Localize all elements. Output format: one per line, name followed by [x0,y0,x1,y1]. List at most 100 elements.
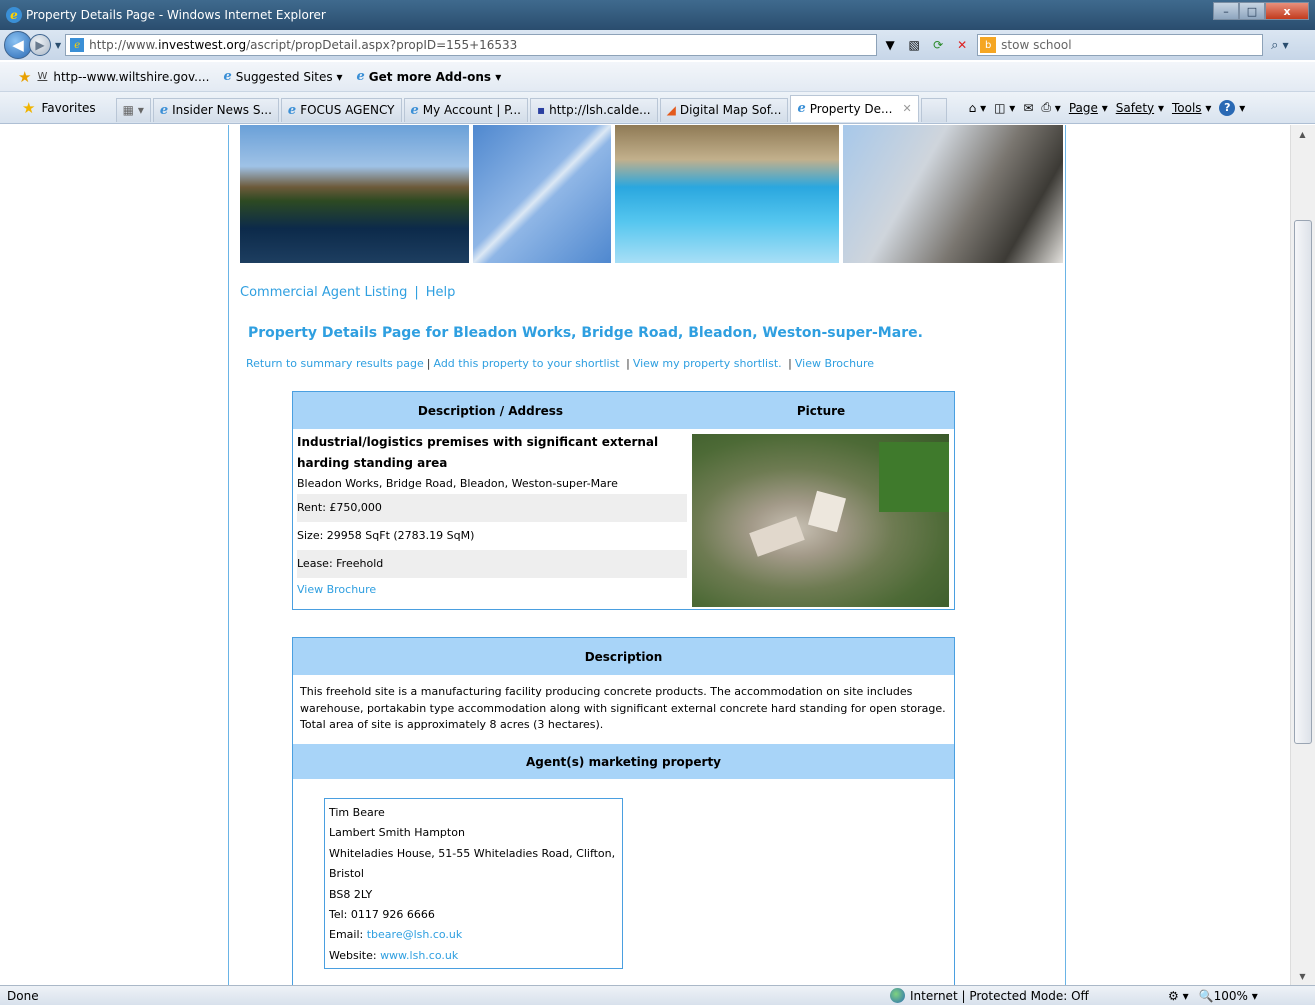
close-tab-icon[interactable]: ✕ [902,102,911,115]
banner-photo-harbour [240,125,469,263]
tab-my-account[interactable]: e My Account | P... [403,97,528,122]
address-input[interactable]: e http://www. investwest.org/ascript/prop… [65,34,878,56]
agent-company: Lambert Smith Hampton [329,826,465,840]
tab-lsh-caldes[interactable]: ▪ http://lsh.calde... [529,97,658,122]
search-icon[interactable]: ⌕ [1271,38,1278,53]
vertical-scrollbar[interactable]: ▲ ▼ [1290,125,1315,985]
agent-email-link[interactable]: tbeare@lsh.co.uk [367,928,463,941]
quick-tabs-button[interactable]: ▦ ▾ [115,97,151,122]
url-prefix: http://www. [89,38,159,52]
banner-photo-rooftop-pool [615,125,839,263]
tab-property-details[interactable]: e Property De... ✕ [790,94,919,122]
property-size: Size: 29958 SqFt (2783.19 SqM) [297,529,475,542]
page-icon: e [70,38,85,52]
print-icon: ⎙ [1041,100,1051,114]
ie-icon: e [356,69,365,84]
nav-help[interactable]: Help [426,285,456,300]
favorites-bar: ★ Favorites ▦ ▾ e Insider News S... e FOCUS… [0,92,1315,124]
address-dropdown-icon[interactable]: ▼ [881,36,899,54]
tab-strip: ▦ ▾ e Insider News S... e FOCUS AGENCY e My… [115,94,949,122]
nav-separator: | [414,285,419,300]
details-body: Industrial/logistics premises with signi… [293,429,954,609]
safety-menu[interactable]: Safety ▾ [1116,101,1164,115]
forward-button[interactable]: ▶ [29,34,51,56]
property-actions: Return to summary results page | Add this … [246,357,875,370]
refresh-icon[interactable]: ⟳ [929,36,947,54]
agent-email-row: Email: tbeare@lsh.co.uk [329,928,463,942]
agent-website-row: Website: www.lsh.co.uk [329,948,459,962]
page-menu[interactable]: Page ▾ [1069,101,1108,115]
command-bar: ⌂ ▾ ◫ ▾ ✉ ⎙ ▾ Page ▾ Safety ▾ Tools ▾ ? … [969,99,1245,116]
property-rent: Rent: £750,000 [297,494,687,522]
minimize-button[interactable]: – [1213,2,1239,20]
security-zone[interactable]: Internet | Protected Mode: Off [890,988,1089,1003]
property-aerial-photo[interactable] [692,434,949,607]
popup-blocker-icon[interactable]: ⚙ ▾ [1168,989,1189,1003]
link-wiltshire[interactable]: Whttp--www.wiltshire.gov.... [37,70,209,84]
close-button[interactable]: x [1265,2,1309,20]
url-domain: investwest.org [158,38,247,52]
favorites-button[interactable]: ★ Favorites [22,99,96,117]
tools-menu[interactable]: Tools ▾ [1172,101,1211,115]
help-menu[interactable]: ? ▾ [1219,99,1245,116]
back-button[interactable]: ◀ [4,31,32,59]
view-shortlist-link[interactable]: View my property shortlist. [633,357,782,370]
ie-icon: e [410,102,419,118]
scroll-down-icon[interactable]: ▼ [1291,967,1314,985]
search-value: stow school [1001,38,1072,52]
link-suggested-sites[interactable]: e Suggested Sites ▾ [223,69,342,84]
home-button[interactable]: ⌂ ▾ [969,101,986,115]
tab-digital-map[interactable]: ◢ Digital Map Sof... [659,97,789,122]
feeds-icon: ◫ [994,100,1006,115]
status-bar: Done Internet | Protected Mode: Off ⚙ ▾ … [0,985,1315,1005]
window-title: Property Details Page - Windows Internet… [26,8,326,22]
favorites-star-icon: ★ [22,98,36,117]
scroll-up-icon[interactable]: ▲ [1291,125,1314,143]
address-actions: ▼ ▧ ⟳ ✕ [881,36,971,54]
ie-icon: e [797,101,806,116]
agent-website-link[interactable]: www.lsh.co.uk [380,949,458,962]
search-input[interactable]: b stow school [977,34,1264,56]
nav-commercial-agent-listing[interactable]: Commercial Agent Listing [240,285,407,300]
agent-heading: Agent(s) marketing property [293,744,954,779]
view-brochure-link[interactable]: View Brochure [795,357,874,370]
zoom-icon: 🔍 [1198,988,1214,1003]
history-dropdown-icon[interactable]: ▼ [55,41,61,50]
maximize-button[interactable]: □ [1239,2,1265,20]
zoom-button[interactable]: 🔍100% ▾ [1199,989,1258,1003]
return-to-summary-link[interactable]: Return to summary results page [246,357,424,370]
compatibility-view-icon[interactable]: ▧ [905,36,923,54]
tab-focus-agency[interactable]: e FOCUS AGENCY [280,97,402,122]
url-path: /ascript/propDetail.aspx?propID=155+1653… [246,38,518,52]
link-get-addons[interactable]: e Get more Add-ons ▾ [356,69,501,84]
search-provider-icon: b [980,37,997,53]
banner-photo-planetarium [843,125,1063,263]
description-text: This freehold site is a manufacturing fa… [300,685,946,731]
ie-icon: e [223,69,232,84]
details-brochure-link[interactable]: View Brochure [297,578,687,602]
address-row: ◀ ▶ ▼ e http://www. investwest.org/ascrip… [0,30,1315,60]
add-to-shortlist-link[interactable]: Add this property to your shortlist [433,357,619,370]
top-nav: Commercial Agent Listing | Help [240,285,455,300]
column-picture: Picture [796,403,846,418]
page-content-column: Commercial Agent Listing | Help Property D… [228,125,1066,985]
print-button[interactable]: ⎙ ▾ [1041,100,1060,115]
feeds-button[interactable]: ◫ ▾ [994,101,1015,115]
agent-telephone: Tel: 0117 926 6666 [329,908,435,922]
property-title: Industrial/logistics premises with signi… [297,435,659,470]
mail-icon: ✉ [1023,100,1034,115]
tab-insider-news[interactable]: e Insider News S... [152,97,279,122]
agent-postcode: BS8 2LY [329,887,373,901]
add-favorite-icon[interactable]: ★ [18,68,31,86]
site-icon: ▪ [536,103,546,117]
scrollbar-thumb[interactable] [1294,220,1312,744]
property-address: Bleadon Works, Bridge Road, Bleadon, Wes… [297,477,618,490]
search-options-icon[interactable]: ▼ [1282,41,1288,50]
map-site-icon: ◢ [666,103,676,117]
details-info: Industrial/logistics premises with signi… [297,432,687,602]
description-heading: Description [293,638,954,675]
new-tab-button[interactable] [920,97,947,122]
mail-button[interactable]: ✉ [1023,101,1033,115]
header-banner [240,125,1063,263]
stop-icon[interactable]: ✕ [953,36,971,54]
